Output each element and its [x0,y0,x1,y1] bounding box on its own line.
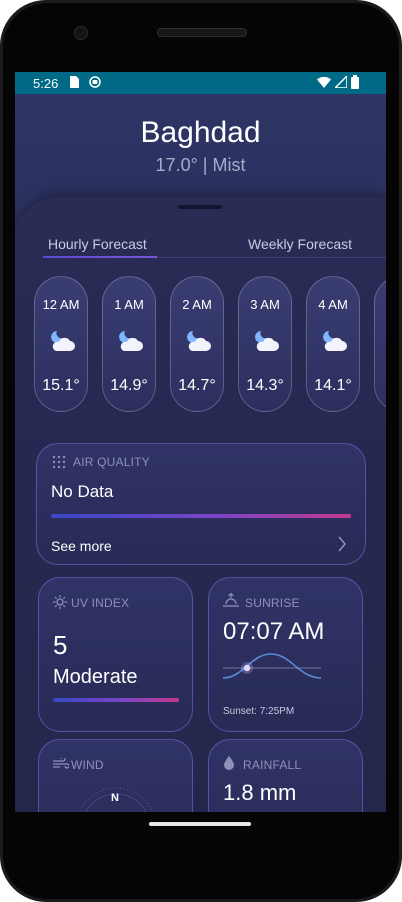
status-time: 5:26 [33,76,59,91]
hourly-card[interactable]: 1 AM 14.9° [102,276,156,412]
hourly-card[interactable]: 3 AM 14.3° [238,276,292,412]
hour-temp: 14.9° [110,377,148,394]
app-screen: 5:26 Baghdad 17.0° | Mist Hourly Forecas… [15,72,386,812]
hourly-card[interactable]: 12 AM 15.1° [34,276,88,412]
hour-temp: 14.1° [314,377,352,394]
uv-index-card[interactable]: UV INDEX 5 Moderate [38,577,193,732]
hourly-card-partial[interactable] [374,276,386,412]
moon-cloud-icon [255,331,279,351]
hour-time: 2 AM [182,297,212,312]
tab-active-indicator [43,256,157,258]
sunrise-card[interactable]: SUNRISE 07:07 AM Sunset: 7:25PM [208,577,363,732]
air-quality-card[interactable]: AIR QUALITY No Data See more [36,443,366,565]
hour-temp: 14.7° [178,377,216,394]
uv-index-label: UV INDEX [71,596,130,610]
sync-icon [89,76,101,91]
hourly-card[interactable]: 4 AM 14.1° [306,276,360,412]
hour-temp: 15.1° [42,377,80,394]
uv-index-level: Moderate [53,666,138,688]
sheet-drag-handle[interactable] [178,205,222,209]
city-name: Baghdad [140,116,261,149]
tab-weekly-forecast[interactable]: Weekly Forecast [248,236,352,252]
sunrise-time: 07:07 AM [223,618,325,645]
front-camera [74,26,88,40]
sun-path-graph [223,653,321,679]
raindrop-icon [224,756,234,770]
sim-card-icon [69,76,79,91]
signal-icon [333,74,348,91]
hour-time: 4 AM [318,297,348,312]
air-quality-icon [52,455,66,469]
see-more-link[interactable]: See more [51,538,112,554]
wifi-icon [317,76,331,91]
phone-frame: 5:26 Baghdad 17.0° | Mist Hourly Forecas… [0,0,402,902]
current-conditions: 17.0° | Mist [155,155,246,175]
rainfall-value: 1.8 mm [223,780,297,805]
air-quality-scale [51,514,351,518]
air-quality-value: No Data [51,482,114,501]
hour-time: 1 AM [114,297,144,312]
wind-icon [53,758,69,769]
moon-cloud-icon [187,331,211,351]
uv-index-scale [53,698,179,702]
status-bar: 5:26 [15,72,386,94]
moon-cloud-icon [51,331,75,351]
chevron-right-icon[interactable] [337,535,347,553]
sunrise-label: SUNRISE [245,596,300,610]
earpiece-speaker [157,28,247,37]
home-gesture-bar[interactable] [149,822,251,826]
uv-index-value: 5 [53,630,68,660]
wind-card[interactable]: WIND N [38,739,193,812]
rainfall-label: RAINFALL [243,758,302,772]
hour-time: 3 AM [250,297,280,312]
hourly-card[interactable]: 2 AM 14.7° [170,276,224,412]
sunset-time: Sunset: 7:25PM [223,706,295,717]
air-quality-label: AIR QUALITY [73,455,150,469]
sunrise-icon [223,593,239,607]
rainfall-card[interactable]: RAINFALL 1.8 mm [208,739,363,812]
moon-cloud-icon [119,331,143,351]
hour-time: 12 AM [42,297,80,312]
battery-icon [351,75,359,92]
moon-cloud-icon [323,331,347,351]
hour-temp: 14.3° [246,377,284,394]
sun-icon [53,595,67,609]
compass-north-label: N [111,792,119,804]
tab-hourly-forecast[interactable]: Hourly Forecast [48,236,147,252]
wind-label: WIND [71,758,104,772]
